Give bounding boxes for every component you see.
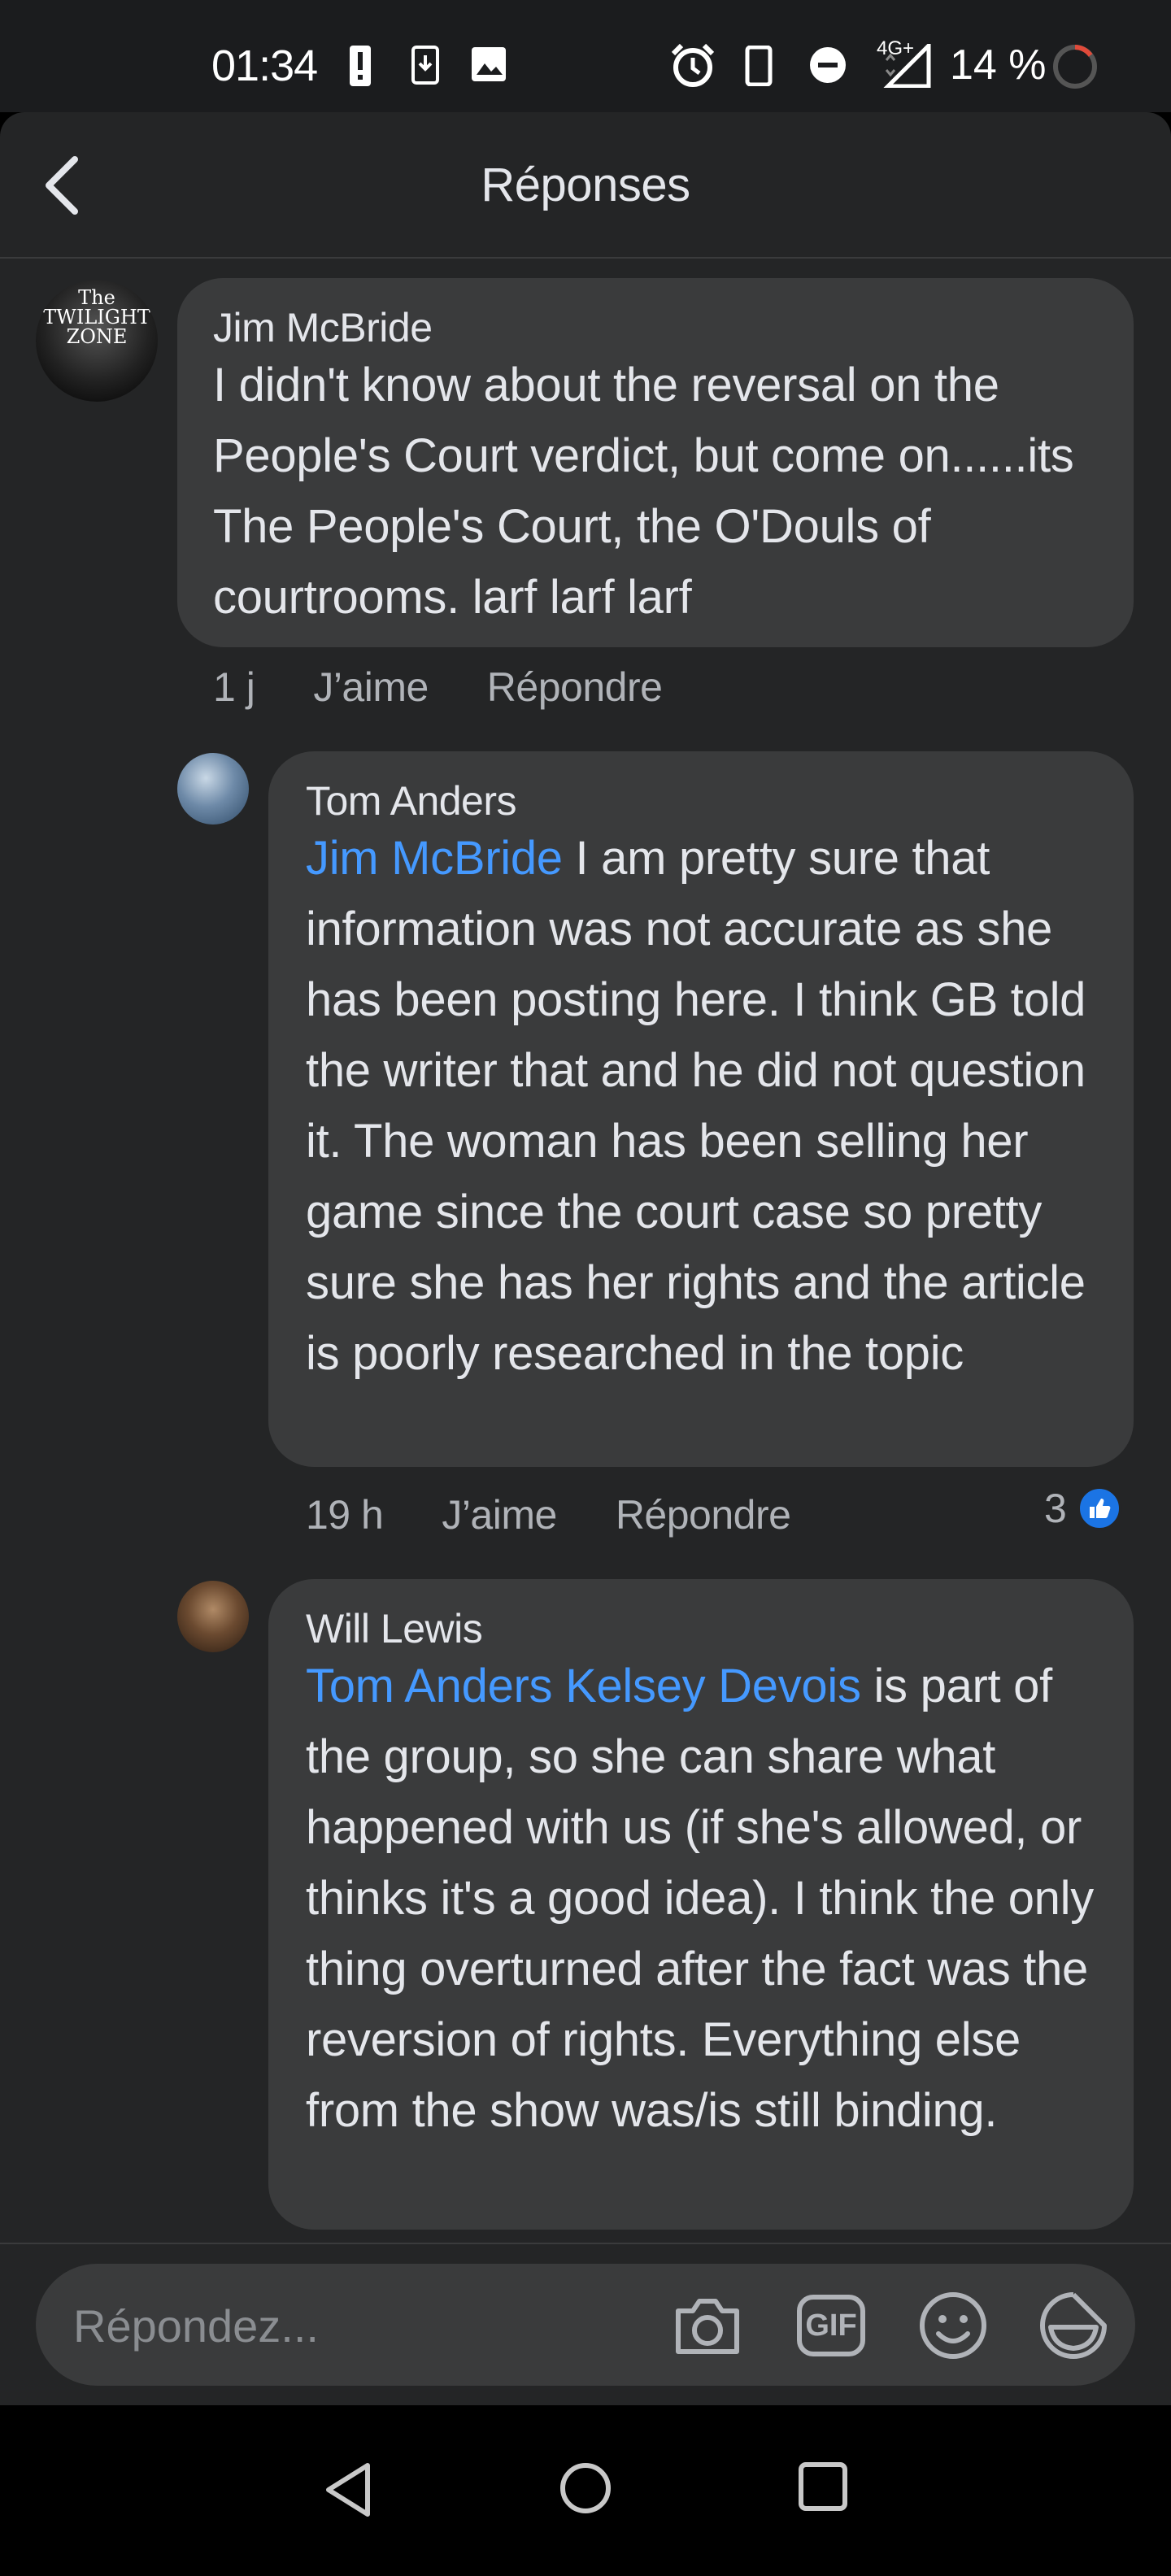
like-button[interactable]: J’aime bbox=[442, 1491, 557, 1538]
header: Réponses bbox=[0, 112, 1171, 259]
reply-input[interactable]: Répondez... GIF bbox=[36, 2264, 1135, 2386]
page-title: Réponses bbox=[481, 159, 690, 211]
comment-time: 19 h bbox=[306, 1492, 384, 1538]
comment-text: Jim McBride I am pretty sure that inform… bbox=[306, 823, 1119, 1389]
battery-percent: 14 % bbox=[950, 41, 1047, 89]
status-bar: 01:34 4G+ 14 % bbox=[0, 0, 1171, 112]
image-icon bbox=[472, 47, 506, 81]
dnd-icon bbox=[810, 47, 846, 83]
alarm-icon bbox=[671, 43, 715, 87]
sticker-icon[interactable] bbox=[1034, 2287, 1112, 2365]
comment-author[interactable]: Jim McBride bbox=[213, 304, 433, 351]
nav-back-icon[interactable] bbox=[322, 2461, 374, 2519]
comment-text-content: I am pretty sure that information was no… bbox=[306, 832, 1086, 1380]
system-nav-bar bbox=[0, 2405, 1171, 2576]
reply-composer-bar: Répondez... GIF bbox=[0, 2243, 1171, 2405]
like-button[interactable]: J’aime bbox=[313, 664, 429, 711]
mention-link[interactable]: Jim McBride bbox=[306, 832, 563, 885]
emoji-icon[interactable] bbox=[914, 2287, 992, 2365]
comment-actions: 19 h J’aime Répondre bbox=[306, 1491, 849, 1538]
like-count: 3 bbox=[1044, 1486, 1067, 1531]
nav-home-icon[interactable] bbox=[558, 2461, 613, 2516]
avatar[interactable]: The TWILIGHT ZONE bbox=[36, 280, 158, 402]
comment-author[interactable]: Tom Anders bbox=[306, 777, 517, 825]
comment-text-content: is part of the group, so she can share w… bbox=[306, 1660, 1094, 2137]
comment-author[interactable]: Will Lewis bbox=[306, 1605, 483, 1652]
download-icon bbox=[411, 46, 439, 85]
comment-text: Tom Anders Kelsey Devois is part of the … bbox=[306, 1651, 1119, 2146]
camera-icon[interactable] bbox=[668, 2287, 747, 2365]
battery-icon bbox=[1053, 45, 1097, 89]
reply-button[interactable]: Répondre bbox=[487, 664, 663, 711]
avatar-text-line: The bbox=[78, 286, 115, 309]
gif-label: GIF bbox=[797, 2295, 865, 2356]
nav-recents-icon[interactable] bbox=[797, 2461, 849, 2513]
alert-icon bbox=[350, 46, 371, 86]
avatar[interactable] bbox=[177, 753, 249, 825]
gif-icon[interactable]: GIF bbox=[792, 2287, 870, 2365]
comment-text: I didn't know about the reversal on the … bbox=[213, 359, 1074, 624]
phone-icon bbox=[745, 46, 773, 86]
mention-link[interactable]: Tom Anders Kelsey Devois bbox=[306, 1660, 861, 1712]
status-time: 01:34 bbox=[211, 41, 318, 90]
replies-screen: Réponses The TWILIGHT ZONE Jim McBride I… bbox=[0, 112, 1171, 2405]
signal-icon bbox=[883, 44, 931, 88]
thumbs-up-icon bbox=[1076, 1486, 1122, 1531]
comment-time: 1 j bbox=[213, 664, 255, 710]
reply-placeholder: Répondez... bbox=[73, 2300, 319, 2352]
avatar[interactable] bbox=[177, 1581, 249, 1652]
reaction-count[interactable]: 3 bbox=[1044, 1485, 1122, 1532]
comment-actions: 1 j J’aime Répondre bbox=[213, 664, 720, 711]
avatar-text-line: ZONE bbox=[66, 325, 128, 348]
avatar-text-line: TWILIGHT bbox=[43, 306, 150, 329]
reply-button[interactable]: Répondre bbox=[616, 1491, 791, 1538]
